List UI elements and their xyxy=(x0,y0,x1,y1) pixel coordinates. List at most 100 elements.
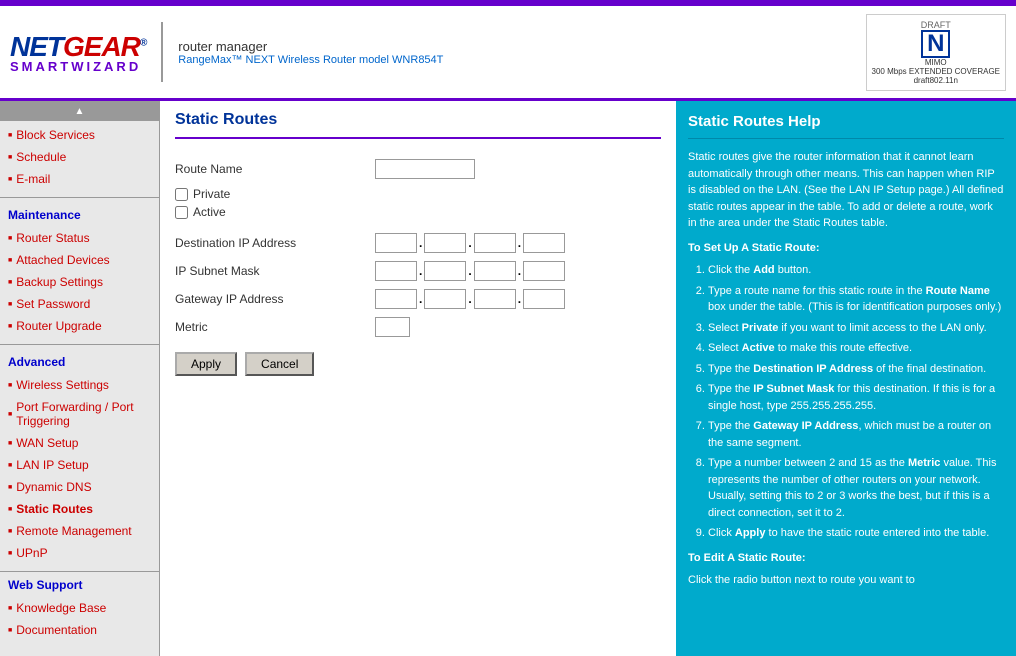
main-panel-inner: Static Routes Route Name Private xyxy=(160,101,676,401)
sidebar-scroll-up[interactable]: ▲ xyxy=(0,101,159,121)
sidebar-item-label: Port Forwarding / Port Triggering xyxy=(16,400,151,428)
sidebar-item-remote-management[interactable]: Remote Management xyxy=(0,520,159,542)
sidebar-advanced-section: Wireless Settings Port Forwarding / Port… xyxy=(0,371,159,567)
sidebar-item-router-status[interactable]: Router Status xyxy=(0,227,159,249)
sidebar-item-label: Wireless Settings xyxy=(16,378,109,392)
smartwizard-logo: SMARTWIZARD xyxy=(10,59,146,74)
sidebar-top-section: Block Services Schedule E-mail xyxy=(0,121,159,193)
gateway-ip-group: . . . xyxy=(375,289,565,309)
help-step-4: Select Active to make this route effecti… xyxy=(708,340,1004,357)
sidebar-item-label: LAN IP Setup xyxy=(16,458,89,472)
sidebar-divider-2 xyxy=(0,344,159,345)
gateway-4[interactable] xyxy=(523,289,565,309)
metric-input[interactable] xyxy=(375,317,410,337)
private-label: Private xyxy=(193,187,230,201)
header-right: DRAFT N MIMO 300 Mbps EXTENDED COVERAGE … xyxy=(866,14,1006,91)
sidebar-item-router-upgrade[interactable]: Router Upgrade xyxy=(0,315,159,337)
route-name-input[interactable] xyxy=(375,159,475,179)
private-checkbox[interactable] xyxy=(175,188,188,201)
ip-dot-2: . xyxy=(468,236,471,250)
sidebar-item-label: Set Password xyxy=(16,297,90,311)
header: NETGEAR® SMARTWIZARD router manager Rang… xyxy=(0,6,1016,101)
ip-dot-7: . xyxy=(518,264,521,278)
sidebar-item-label: Static Routes xyxy=(16,502,93,516)
help-edit-title: To Edit A Static Route: xyxy=(688,550,1004,567)
sidebar-item-label: Router Upgrade xyxy=(16,319,101,333)
content-area: Static Routes Route Name Private xyxy=(160,101,1016,656)
gateway-2[interactable] xyxy=(424,289,466,309)
sidebar-item-dynamic-dns[interactable]: Dynamic DNS xyxy=(0,476,159,498)
dest-ip-label: Destination IP Address xyxy=(175,236,375,250)
sidebar-item-schedule[interactable]: Schedule xyxy=(0,146,159,168)
subnet-4[interactable] xyxy=(523,261,565,281)
sidebar-item-label: Backup Settings xyxy=(16,275,103,289)
sidebar-item-block-services[interactable]: Block Services xyxy=(0,124,159,146)
router-info: router manager RangeMax™ NEXT Wireless R… xyxy=(178,39,443,66)
page-title: Static Routes xyxy=(175,111,661,129)
sidebar-item-set-password[interactable]: Set Password xyxy=(0,293,159,315)
ip-dot-9: . xyxy=(468,292,471,306)
dest-ip-4[interactable] xyxy=(523,233,565,253)
sidebar-item-label: Router Status xyxy=(16,231,89,245)
help-setup-title: To Set Up A Static Route: xyxy=(688,240,1004,257)
ip-dot-5: . xyxy=(419,264,422,278)
sidebar-item-label: Remote Management xyxy=(16,524,131,538)
scroll-up-arrow: ▲ xyxy=(75,106,85,117)
subnet-1[interactable] xyxy=(375,261,417,281)
subnet-2[interactable] xyxy=(424,261,466,281)
help-step-5: Type the Destination IP Address of the f… xyxy=(708,361,1004,378)
sidebar-item-label: Schedule xyxy=(16,150,66,164)
subnet-mask-row: IP Subnet Mask . . . xyxy=(175,261,661,281)
ip-dot-6: . xyxy=(468,264,471,278)
subnet-mask-label: IP Subnet Mask xyxy=(175,264,375,278)
sidebar-item-knowledge-base[interactable]: Knowledge Base xyxy=(0,597,159,619)
sidebar-item-wireless-settings[interactable]: Wireless Settings xyxy=(0,374,159,396)
gateway-ip-row: Gateway IP Address . . . xyxy=(175,289,661,309)
sidebar-item-label: Documentation xyxy=(16,623,97,637)
sidebar-item-upnp[interactable]: UPnP xyxy=(0,542,159,564)
main-panel: Static Routes Route Name Private xyxy=(160,101,676,656)
dest-ip-2[interactable] xyxy=(424,233,466,253)
sidebar-item-label: Dynamic DNS xyxy=(16,480,91,494)
gateway-3[interactable] xyxy=(474,289,516,309)
form-buttons: Apply Cancel xyxy=(175,352,661,386)
sidebar-item-lan-ip-setup[interactable]: LAN IP Setup xyxy=(0,454,159,476)
subnet-mask-group: . . . xyxy=(375,261,565,281)
sidebar-item-backup-settings[interactable]: Backup Settings xyxy=(0,271,159,293)
help-step-6: Type the IP Subnet Mask for this destina… xyxy=(708,381,1004,414)
sidebar-item-email[interactable]: E-mail xyxy=(0,168,159,190)
help-step-8: Type a number between 2 and 15 as the Me… xyxy=(708,455,1004,521)
gateway-1[interactable] xyxy=(375,289,417,309)
dest-ip-1[interactable] xyxy=(375,233,417,253)
title-underline xyxy=(175,137,661,139)
dest-ip-row: Destination IP Address . . . xyxy=(175,233,661,253)
dest-ip-3[interactable] xyxy=(474,233,516,253)
ip-dot-1: . xyxy=(419,236,422,250)
help-setup-list: Click the Add button. Type a route name … xyxy=(708,262,1004,542)
sidebar-item-attached-devices[interactable]: Attached Devices xyxy=(0,249,159,271)
sidebar-item-label: Knowledge Base xyxy=(16,601,106,615)
sidebar-maintenance-section: Router Status Attached Devices Backup Se… xyxy=(0,224,159,340)
active-checkbox-row: Active xyxy=(175,205,661,219)
help-step-3: Select Private if you want to limit acce… xyxy=(708,320,1004,337)
help-step-7: Type the Gateway IP Address, which must … xyxy=(708,418,1004,451)
sidebar: ▲ Block Services Schedule E-mail Mainten… xyxy=(0,101,160,656)
metric-row: Metric xyxy=(175,317,661,337)
sidebar-item-label: Attached Devices xyxy=(16,253,109,267)
gateway-ip-label: Gateway IP Address xyxy=(175,292,375,306)
sidebar-item-label: E-mail xyxy=(16,172,50,186)
sidebar-item-wan-setup[interactable]: WAN Setup xyxy=(0,432,159,454)
subnet-3[interactable] xyxy=(474,261,516,281)
sidebar-item-static-routes[interactable]: Static Routes xyxy=(0,498,159,520)
apply-button[interactable]: Apply xyxy=(175,352,237,376)
help-panel: Static Routes Help Static routes give th… xyxy=(676,101,1016,656)
ip-dot-10: . xyxy=(518,292,521,306)
metric-label: Metric xyxy=(175,320,375,334)
sidebar-item-documentation[interactable]: Documentation xyxy=(0,619,159,641)
sidebar-divider-1 xyxy=(0,197,159,198)
sidebar-websupport-section: Knowledge Base Documentation xyxy=(0,594,159,644)
sidebar-item-port-forwarding[interactable]: Port Forwarding / Port Triggering xyxy=(0,396,159,432)
active-checkbox[interactable] xyxy=(175,206,188,219)
help-edit-intro: Click the radio button next to route you… xyxy=(688,572,1004,589)
cancel-button[interactable]: Cancel xyxy=(245,352,314,376)
